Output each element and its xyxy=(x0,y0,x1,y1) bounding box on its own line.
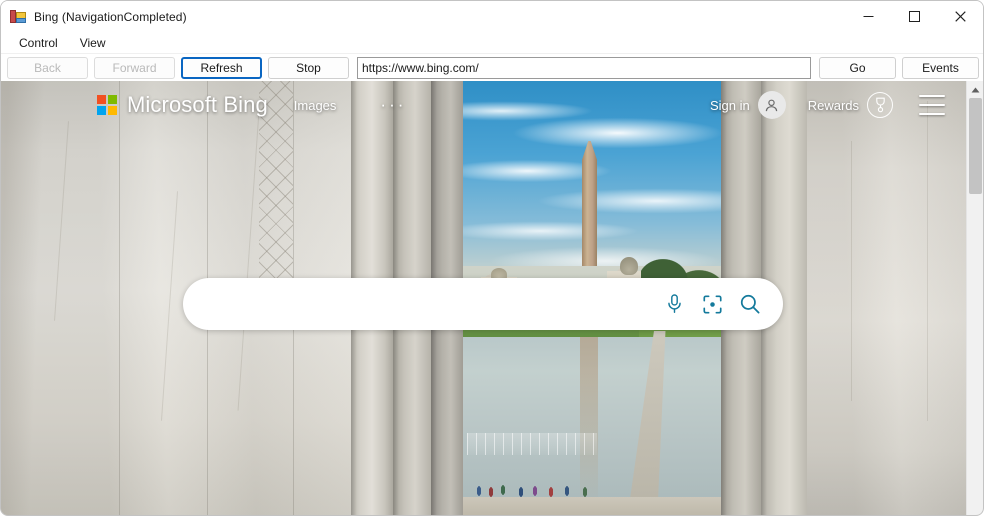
events-button[interactable]: Events xyxy=(902,56,979,79)
visual-search-icon[interactable] xyxy=(693,294,731,315)
header-right-group: Sign in Rewards xyxy=(710,91,945,119)
vertical-scrollbar[interactable] xyxy=(966,81,983,515)
bing-search-box[interactable] xyxy=(183,278,783,330)
address-bar-input[interactable]: https://www.bing.com/ xyxy=(357,56,811,79)
photo-fence xyxy=(467,433,597,455)
minimize-button[interactable] xyxy=(845,1,891,31)
back-button[interactable]: Back xyxy=(7,56,88,79)
menu-bar: Control View xyxy=(1,32,983,54)
sign-in-link[interactable]: Sign in xyxy=(710,98,750,113)
rewards-link[interactable]: Rewards xyxy=(808,98,859,113)
photo-plaza-steps xyxy=(463,497,721,515)
search-input[interactable] xyxy=(183,278,655,330)
microphone-icon[interactable] xyxy=(655,293,693,315)
menu-item-control[interactable]: Control xyxy=(10,33,67,53)
application-window: Bing (NavigationCompleted) Control View … xyxy=(0,0,984,516)
microsoft-bing-logo[interactable]: Microsoft Bing xyxy=(97,92,268,118)
window-title: Bing (NavigationCompleted) xyxy=(34,9,187,24)
search-icon[interactable] xyxy=(731,293,769,315)
close-button[interactable] xyxy=(937,1,983,31)
bing-page-header: Microsoft Bing Images ··· Sign in Reward… xyxy=(1,81,961,129)
stop-button[interactable]: Stop xyxy=(268,56,349,79)
bing-wordmark: Microsoft Bing xyxy=(127,92,268,117)
title-bar: Bing (NavigationCompleted) xyxy=(1,1,983,32)
photo-marble-wall-right xyxy=(807,81,983,515)
forward-button[interactable]: Forward xyxy=(94,56,175,79)
go-button[interactable]: Go xyxy=(819,56,896,79)
person-icon[interactable] xyxy=(757,91,786,119)
windows-form-icon xyxy=(10,9,26,25)
refresh-button[interactable]: Refresh xyxy=(181,56,262,79)
photo-monument-reflection xyxy=(580,337,598,497)
maximize-button[interactable] xyxy=(891,1,937,31)
menu-item-view[interactable]: View xyxy=(71,33,115,53)
browser-toolbar: Back Forward Refresh Stop https://www.bi… xyxy=(1,54,983,81)
microsoft-logo-icon xyxy=(97,94,118,116)
hamburger-menu-icon[interactable] xyxy=(919,95,945,115)
web-content-view: Microsoft Bing Images ··· Sign in Reward… xyxy=(1,81,983,515)
medal-icon[interactable] xyxy=(867,92,893,118)
nav-link-images[interactable]: Images xyxy=(294,98,337,113)
nav-more-icon[interactable]: ··· xyxy=(380,96,406,113)
window-controls xyxy=(845,1,983,31)
scrollbar-thumb[interactable] xyxy=(969,98,982,194)
scroll-up-arrow-icon[interactable] xyxy=(967,81,983,98)
